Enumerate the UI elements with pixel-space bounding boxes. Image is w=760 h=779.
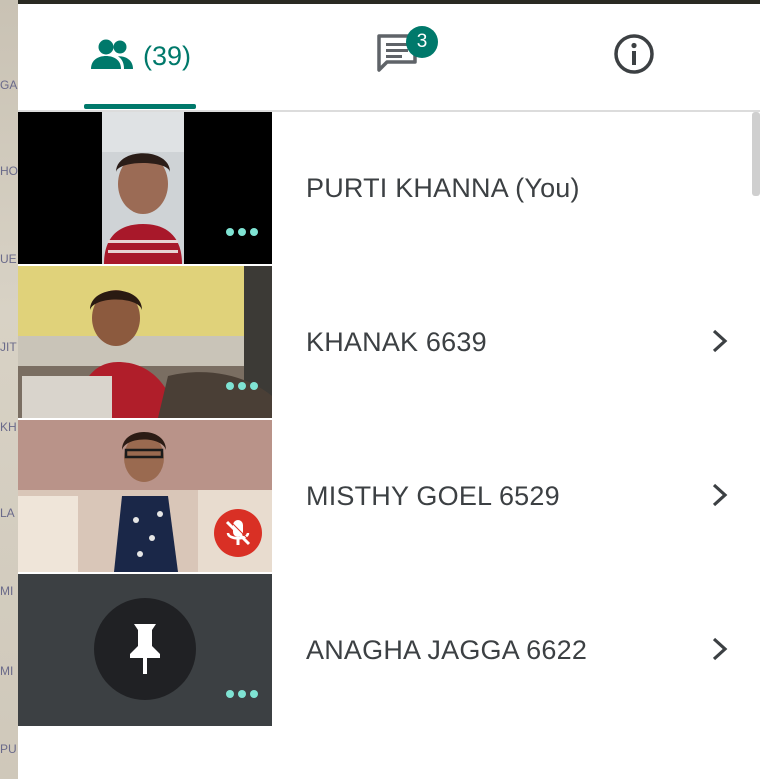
participant-video-tiles — [18, 112, 272, 728]
video-tile-purti[interactable] — [18, 112, 272, 264]
video-tile-anagha[interactable] — [18, 574, 272, 726]
participant-name: MISTHY GOEL 6529 — [306, 480, 560, 511]
more-options-icon[interactable] — [226, 382, 258, 390]
participant-list-scrollbar[interactable] — [752, 112, 760, 196]
list-item[interactable]: KHANAK 6639 — [272, 266, 760, 418]
participant-video-frame — [18, 112, 272, 264]
chat-unread-badge: 3 — [406, 26, 438, 58]
mic-muted-icon — [214, 509, 262, 562]
video-tile-misthy[interactable] — [18, 420, 272, 572]
chevron-right-icon[interactable] — [710, 636, 730, 667]
participant-name: PURTI KHANNA (You) — [306, 172, 580, 203]
tab-info[interactable] — [606, 4, 662, 108]
more-options-icon[interactable] — [226, 690, 258, 698]
more-options-icon[interactable] — [226, 228, 258, 236]
chevron-right-icon[interactable] — [710, 328, 730, 359]
list-item[interactable]: MISTHY GOEL 6529 — [272, 420, 760, 572]
list-item[interactable]: PURTI KHANNA (You) — [272, 112, 760, 264]
side-panel-tabbar: (39) 3 — [18, 4, 760, 112]
people-icon — [89, 37, 135, 76]
active-tab-indicator — [84, 104, 196, 109]
video-tile-khanak[interactable] — [18, 266, 272, 418]
tab-people[interactable]: (39) — [84, 4, 196, 108]
participant-video-frame — [18, 266, 272, 418]
participant-name: KHANAK 6639 — [306, 326, 487, 357]
chevron-right-icon[interactable] — [710, 482, 730, 513]
info-icon — [612, 32, 656, 81]
background-page-strip: GA HO UE JIT KH LA MI MI PU — [0, 0, 18, 779]
participant-count: (39) — [142, 40, 191, 71]
participant-list: PURTI KHANNA (You) KHANAK 6639 MISTHY GO… — [272, 112, 760, 779]
list-item[interactable]: ANAGHA JAGGA 6622 — [272, 574, 760, 726]
pin-icon — [94, 598, 196, 705]
participant-name: ANAGHA JAGGA 6622 — [306, 634, 588, 665]
